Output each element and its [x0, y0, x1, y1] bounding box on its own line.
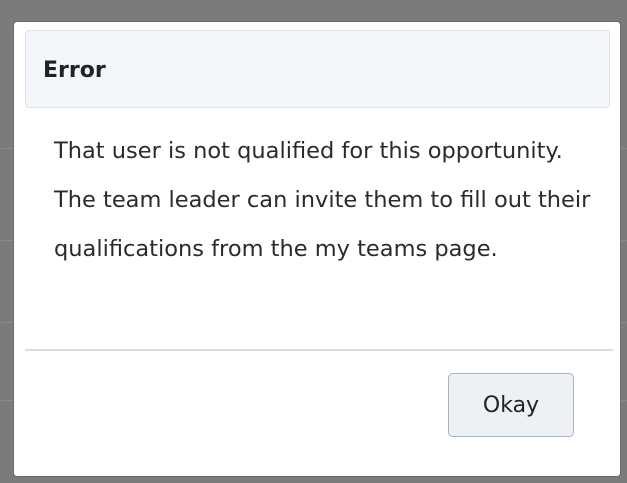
dialog-header — [25, 30, 610, 108]
dialog-message: That user is not qualified for this oppo… — [54, 138, 591, 262]
error-dialog: Error That user is not qualified for thi… — [14, 22, 620, 476]
dialog-title: Error — [43, 58, 106, 83]
okay-button[interactable]: Okay — [448, 373, 574, 437]
dialog-footer: Okay — [25, 351, 613, 471]
